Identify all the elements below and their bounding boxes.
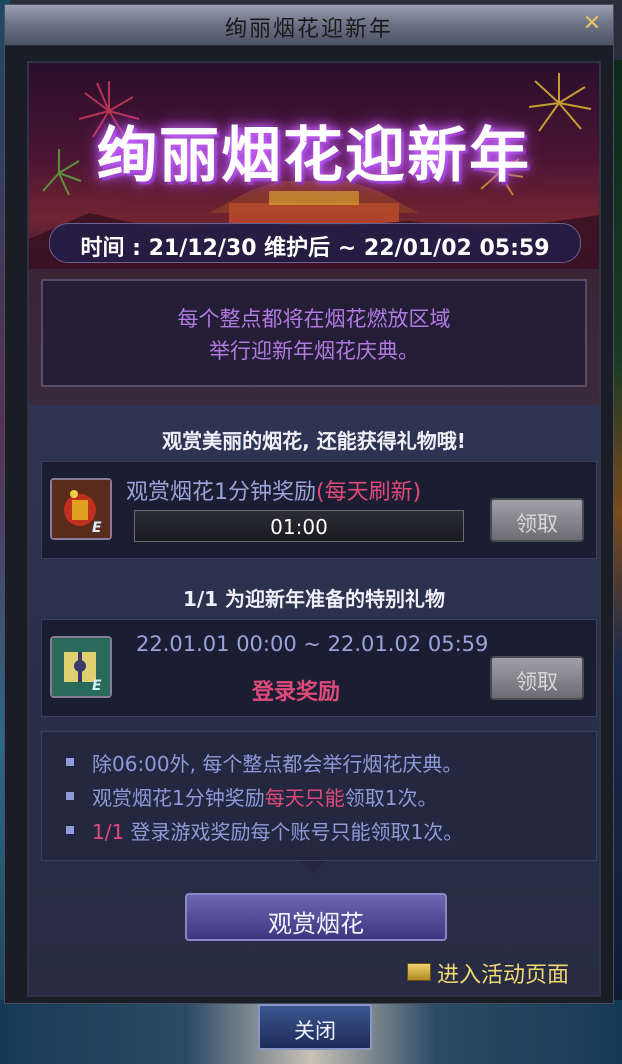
reward-title-watch: 观赏烟花1分钟奖励(每天刷新) xyxy=(126,480,422,505)
login-reward-date-range: 22.01.01 00:00 ~ 22.01.02 05:59 xyxy=(136,632,489,656)
bullet-icon xyxy=(66,826,74,834)
section-heading-watch: 观赏美丽的烟花, 还能获得礼物哦! xyxy=(162,429,466,453)
title-bar[interactable]: 绚丽烟花迎新年 ✕ xyxy=(5,5,613,46)
svg-text:E: E xyxy=(92,520,102,536)
bullet-icon xyxy=(66,758,74,766)
description-line-2: 举行迎新年烟花庆典。 xyxy=(209,339,419,363)
claim-label: 领取 xyxy=(516,512,558,536)
close-button-label: 关闭 xyxy=(294,1019,336,1043)
bullet-icon xyxy=(66,792,74,800)
watch-fireworks-button[interactable]: 观赏烟花 xyxy=(185,893,447,941)
reward-row-login: E 22.01.01 00:00 ~ 22.01.02 05:59 登录奖励 领… xyxy=(41,619,597,717)
reward-panel: 观赏美丽的烟花, 还能获得礼物哦! E 观赏烟花1分钟奖励(每天刷新) 01:0… xyxy=(29,405,599,995)
window-title: 绚丽烟花迎新年 xyxy=(224,17,393,42)
event-date-range: 时间 : 21/12/30 维护后 ~ 22/01/02 05:59 xyxy=(80,236,550,261)
watch-timer-value: 01:00 xyxy=(270,515,328,539)
close-icon[interactable]: ✕ xyxy=(579,11,605,37)
gift-box-icon[interactable]: E xyxy=(50,636,112,698)
watch-fireworks-label: 观赏烟花 xyxy=(268,910,364,938)
event-date-pill: 时间 : 21/12/30 维护后 ~ 22/01/02 05:59 xyxy=(49,223,581,263)
claim-watch-reward-button[interactable]: 领取 xyxy=(490,498,584,542)
close-button[interactable]: 关闭 xyxy=(258,1004,372,1050)
svg-text:E: E xyxy=(92,678,102,694)
login-reward-label: 登录奖励 xyxy=(252,680,341,705)
event-banner: 绚丽烟花迎新年 时间 : 21/12/30 维护后 ~ 22/01/02 05:… xyxy=(29,63,599,269)
event-window: 绚丽烟花迎新年 ✕ 绚丽烟花迎新年 时间: 21/12/30 维护后 ~ 22… xyxy=(4,4,614,1004)
notes-box: 除06:00外, 每个整点都会举行烟花庆典。 观赏烟花1分钟奖励每天只能领取1次… xyxy=(41,731,597,861)
description-area: 每个整点都将在烟花燃放区域 举行迎新年烟花庆典。 xyxy=(29,269,599,405)
claim-label: 领取 xyxy=(516,670,558,694)
event-content: 绚丽烟花迎新年 时间 : 21/12/30 维护后 ~ 22/01/02 05:… xyxy=(27,61,601,997)
banner-title: 绚丽烟花迎新年 xyxy=(97,121,531,191)
description-line-1: 每个整点都将在烟花燃放区域 xyxy=(177,307,451,331)
claim-login-reward-button[interactable]: 领取 xyxy=(490,656,584,700)
enter-event-page-label: 进入活动页面 xyxy=(437,963,570,988)
description-box: 每个整点都将在烟花燃放区域 举行迎新年烟花庆典。 xyxy=(41,279,587,387)
page-icon xyxy=(407,963,431,981)
watch-timer-bar: 01:00 xyxy=(134,510,464,542)
reward-row-watch: E 观赏烟花1分钟奖励(每天刷新) 01:00 领取 xyxy=(41,461,597,559)
firework-cracker-icon[interactable]: E xyxy=(50,478,112,540)
notes-pointer xyxy=(299,861,327,873)
section-heading-gift: 1/1 为迎新年准备的特别礼物 xyxy=(182,587,446,611)
